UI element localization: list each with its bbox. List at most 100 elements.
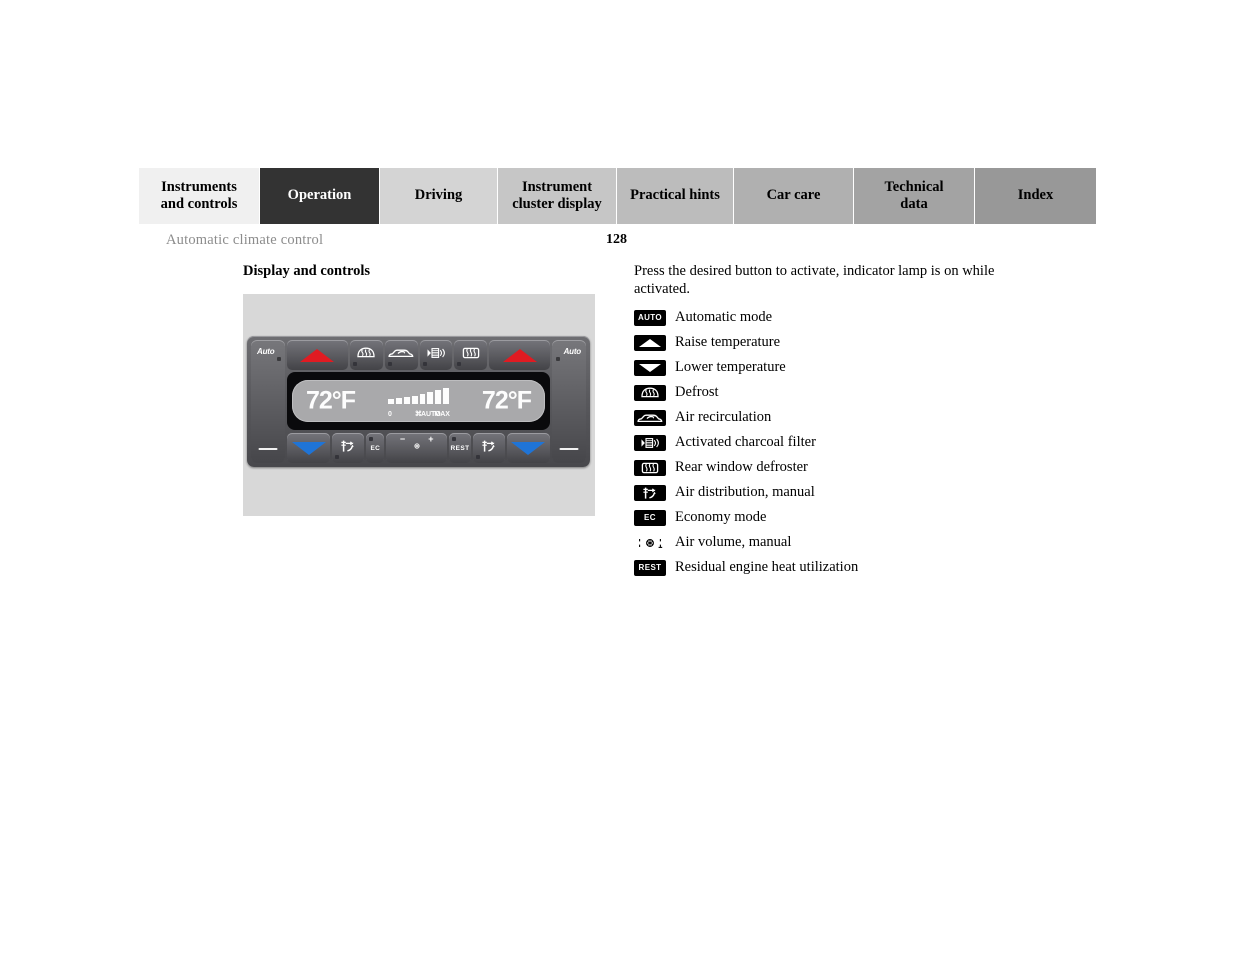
indicator-lamp-icon xyxy=(556,357,560,361)
tab-label-line: Practical hints xyxy=(630,187,720,204)
air-distribution-icon xyxy=(634,484,666,501)
arrow-up-icon xyxy=(502,348,537,362)
indicator-lamp-icon xyxy=(422,362,427,366)
bargraph-segment xyxy=(411,396,418,404)
tab-instrument-cluster-display[interactable]: Instrument cluster display xyxy=(498,168,617,224)
tab-driving[interactable]: Driving xyxy=(380,168,498,224)
unit-button-economy-mode[interactable]: EC xyxy=(366,433,385,463)
legend-label: Activated charcoal filter xyxy=(675,434,816,450)
indicator-lamp-icon xyxy=(352,362,357,366)
legend-label: Raise temperature xyxy=(675,334,781,350)
tab-index[interactable]: Index xyxy=(975,168,1096,224)
legend-label: Economy mode xyxy=(675,509,767,525)
tab-label: Instrument cluster display xyxy=(512,179,602,213)
tab-label: Driving xyxy=(415,187,463,204)
bargraph-segment xyxy=(419,394,426,404)
charcoal-icon xyxy=(634,434,666,451)
indicator-lamp-icon xyxy=(387,362,392,366)
tab-label-line: Technical xyxy=(884,178,944,195)
section-tab-bar: Instruments and controls Operation Driving I… xyxy=(139,168,1096,224)
bargraph-segment xyxy=(395,398,402,404)
unit-button-air-recirculation[interactable] xyxy=(384,340,418,370)
unit-button-residual-heat[interactable]: REST xyxy=(449,433,471,463)
rest-icon-label: REST xyxy=(638,563,662,572)
lcd-temperature-right: 72°F xyxy=(481,386,532,415)
indicator-lamp-icon xyxy=(475,455,480,459)
arrow-down-glyph xyxy=(639,363,661,372)
rest-label: REST xyxy=(450,444,470,452)
auto-icon: AUTO xyxy=(634,309,666,326)
unit-button-raise-temperature-left[interactable] xyxy=(287,340,348,370)
rear-defrost-icon xyxy=(634,459,666,476)
legend-label: Automatic mode xyxy=(675,309,773,325)
dash-icon xyxy=(258,447,278,450)
tab-label-line: Instruments xyxy=(161,178,237,195)
ec-label: EC xyxy=(370,444,381,452)
legend-row: EC Economy mode xyxy=(634,505,1064,530)
running-head: Automatic climate control xyxy=(166,232,324,248)
legend-row: REST Residual engine heat utilization xyxy=(634,555,1064,580)
tab-label-line: data xyxy=(900,196,928,212)
bargraph-segment xyxy=(427,392,434,404)
tab-label-line: Index xyxy=(1017,187,1054,204)
bottom-button-row: EC − + REST xyxy=(287,433,551,463)
tab-instruments-and-controls[interactable]: Instruments and controls xyxy=(139,168,260,224)
unit-button-lower-temperature-right[interactable] xyxy=(506,433,551,463)
rest-icon: REST xyxy=(634,559,666,576)
auto-label-right: Auto xyxy=(563,347,582,356)
legend-row: Raise temperature xyxy=(634,330,1064,355)
legend-row: Air recirculation xyxy=(634,405,1064,430)
climate-control-figure: Auto Auto 72°F 72°F 0 ⌘ AUTO MAX EC − + … xyxy=(243,294,595,516)
unit-button-air-distribution-left[interactable] xyxy=(332,433,365,463)
bargraph-segment xyxy=(443,388,449,404)
air-volume-icon xyxy=(634,535,666,551)
tab-label: Index xyxy=(1018,187,1053,204)
fan-icon xyxy=(406,439,428,458)
unit-button-air-volume[interactable]: − + xyxy=(386,433,448,463)
tab-label-line: and controls xyxy=(160,196,238,212)
tab-technical-data[interactable]: Technical data xyxy=(854,168,975,224)
tab-label-line: Operation xyxy=(287,187,352,204)
legend-row: Activated charcoal filter xyxy=(634,430,1064,455)
legend-row: Rear window defroster xyxy=(634,455,1064,480)
arrow-down-icon xyxy=(291,441,326,455)
scale-label-max: MAX xyxy=(434,411,450,418)
unit-button-rear-window-defroster[interactable] xyxy=(454,340,488,370)
tab-label: Car care xyxy=(767,187,821,204)
unit-button-raise-temperature-right[interactable] xyxy=(489,340,550,370)
unit-button-defrost[interactable] xyxy=(349,340,383,370)
legend-label: Defrost xyxy=(675,384,719,400)
arrow-up-icon xyxy=(300,348,335,362)
lcd-display: 72°F 72°F 0 ⌘ AUTO MAX xyxy=(292,380,545,422)
tab-car-care[interactable]: Car care xyxy=(734,168,854,224)
arrow-up-icon xyxy=(634,334,666,351)
fan-speed-scale: 0 ⌘ AUTO MAX xyxy=(388,408,450,418)
legend-row: AUTO Automatic mode xyxy=(634,305,1064,330)
climate-control-unit: Auto Auto 72°F 72°F 0 ⌘ AUTO MAX EC − + … xyxy=(247,336,590,467)
ec-icon-label: EC xyxy=(644,513,656,522)
tab-practical-hints[interactable]: Practical hints xyxy=(617,168,734,224)
minus-label: − xyxy=(399,434,406,444)
auto-button-right[interactable]: Auto xyxy=(552,340,586,463)
arrow-down-icon xyxy=(511,441,546,455)
legend-label: Residual engine heat utilization xyxy=(675,559,859,575)
indicator-lamp-icon xyxy=(369,437,374,441)
defrost-icon xyxy=(634,384,666,401)
legend-label: Air volume, manual xyxy=(675,534,792,550)
arrow-down-icon xyxy=(634,359,666,376)
ec-icon: EC xyxy=(634,509,666,526)
dash-icon xyxy=(559,447,579,450)
legend-row: Lower temperature xyxy=(634,355,1064,380)
tab-operation[interactable]: Operation xyxy=(260,168,380,224)
legend-list: AUTO Automatic mode Raise temperature Lower… xyxy=(634,305,1064,580)
auto-button-left[interactable]: Auto xyxy=(251,340,285,463)
lcd-bezel: 72°F 72°F 0 ⌘ AUTO MAX xyxy=(287,372,550,430)
plus-label: + xyxy=(428,434,434,444)
unit-button-activated-charcoal-filter[interactable] xyxy=(419,340,453,370)
unit-button-air-distribution-right[interactable] xyxy=(472,433,505,463)
tab-label: Instruments and controls xyxy=(161,179,238,213)
legend-label: Air recirculation xyxy=(675,409,772,425)
scale-label-zero: 0 xyxy=(388,411,392,418)
unit-button-lower-temperature-left[interactable] xyxy=(287,433,331,463)
tab-label-line: cluster display xyxy=(512,196,602,212)
